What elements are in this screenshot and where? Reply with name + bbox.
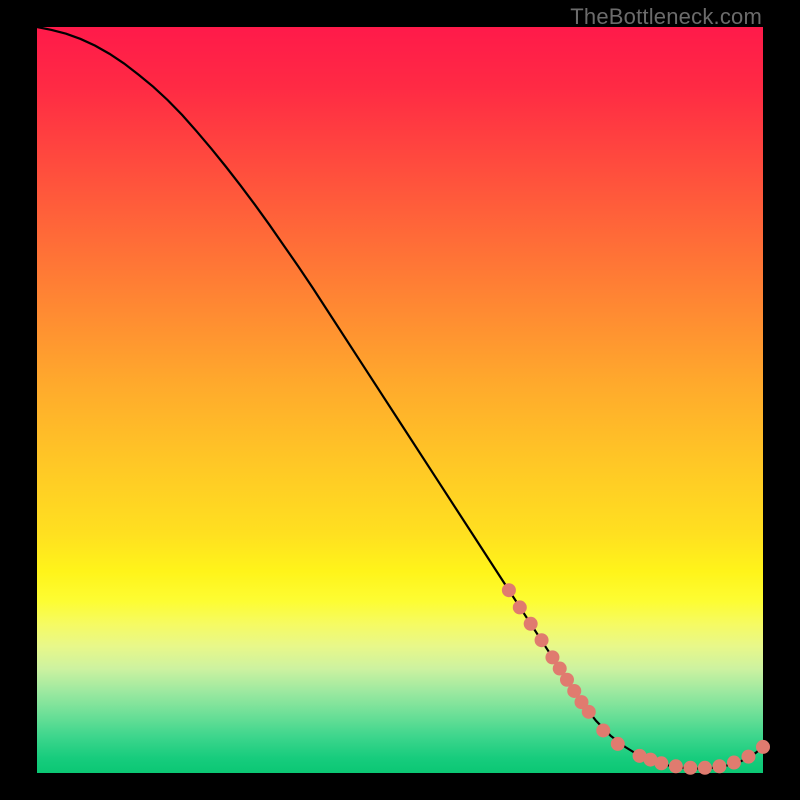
curve-marker	[524, 617, 538, 631]
curve-marker	[669, 759, 683, 773]
curve-marker	[698, 761, 712, 775]
curve-marker	[654, 756, 668, 770]
curve-marker	[727, 756, 741, 770]
chart-stage: TheBottleneck.com	[0, 0, 800, 800]
curve-marker	[513, 600, 527, 614]
curve-marker	[596, 723, 610, 737]
curve-marker	[712, 759, 726, 773]
curve-marker	[502, 583, 516, 597]
curve-marker	[741, 750, 755, 764]
curve-marker	[582, 705, 596, 719]
watermark-text: TheBottleneck.com	[570, 4, 762, 30]
curve-markers	[502, 583, 770, 775]
chart-svg	[37, 27, 763, 773]
curve-marker	[611, 737, 625, 751]
curve-marker	[756, 740, 770, 754]
curve-marker	[535, 633, 549, 647]
plot-area	[37, 27, 763, 773]
curve-path	[37, 27, 763, 769]
curve-marker	[683, 761, 697, 775]
